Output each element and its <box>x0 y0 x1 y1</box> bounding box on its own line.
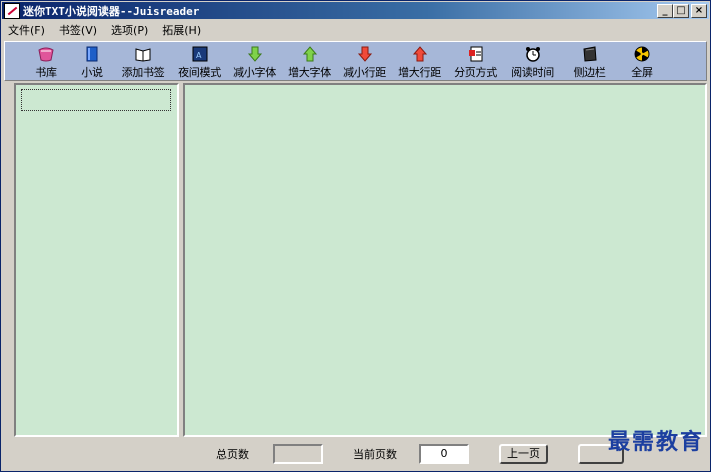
bookshelf-icon <box>37 45 55 63</box>
tool-bookshelf[interactable]: 书库 <box>23 42 69 80</box>
title-bar: 迷你TXT小说阅读器--Juisreader _ □ × <box>2 2 709 19</box>
page-mode-icon <box>467 45 485 63</box>
tool-label: 添加书签 <box>121 66 165 79</box>
arrow-down-red-icon <box>356 45 374 63</box>
tool-label: 减小字体 <box>233 66 276 79</box>
tool-fullscreen[interactable]: 全屏 <box>619 42 665 80</box>
window-controls: _ □ × <box>657 3 709 18</box>
tool-increase-spacing[interactable]: 增大行距 <box>393 42 446 80</box>
tool-decrease-spacing[interactable]: 减小行距 <box>338 42 391 80</box>
tool-add-bookmark[interactable]: 添加书签 <box>115 42 171 80</box>
tool-night-mode[interactable]: A 夜间模式 <box>173 42 226 80</box>
tool-label: 小说 <box>81 66 103 79</box>
menu-bar: 文件(F) 书签(V) 选项(P) 拓展(H) <box>2 20 709 39</box>
close-button[interactable]: × <box>691 3 707 18</box>
toolbar: 书库 小说 添加书签 A 夜间模式 减小字体 增大字体 减小行距 增大行距 分页… <box>4 41 707 81</box>
menu-extend[interactable]: 拓展(H) <box>162 22 201 38</box>
current-page-input[interactable]: 0 <box>419 444 469 464</box>
arrow-down-green-icon <box>246 45 264 63</box>
minimize-button[interactable]: _ <box>657 3 673 18</box>
tool-label: 书库 <box>35 66 57 79</box>
app-icon <box>4 2 20 19</box>
arrow-up-green-icon <box>301 45 319 63</box>
fullscreen-icon <box>633 45 651 63</box>
tool-novel[interactable]: 小说 <box>71 42 113 80</box>
watermark: 最需教育 <box>607 429 704 455</box>
status-bar: 总页数 当前页数 0 上一页 <box>14 441 707 467</box>
night-mode-icon: A <box>191 45 209 63</box>
arrow-up-red-icon <box>411 45 429 63</box>
tool-page-mode[interactable]: 分页方式 <box>448 42 503 80</box>
tool-label: 分页方式 <box>454 66 497 79</box>
total-pages-field <box>273 444 323 464</box>
tool-label: 增大字体 <box>288 66 331 79</box>
tool-label: 增大行距 <box>398 66 441 79</box>
maximize-button[interactable]: □ <box>673 3 689 18</box>
current-page-label: 当前页数 <box>353 448 397 461</box>
prev-page-button[interactable]: 上一页 <box>499 444 548 464</box>
reading-area[interactable] <box>183 83 707 437</box>
tool-label: 阅读时间 <box>511 66 554 79</box>
total-pages-label: 总页数 <box>216 448 249 461</box>
tool-label: 全屏 <box>631 66 653 79</box>
tool-increase-font[interactable]: 增大字体 <box>283 42 336 80</box>
novel-book-icon <box>83 45 101 63</box>
tool-reading-time[interactable]: 阅读时间 <box>505 42 560 80</box>
sidebar-panel[interactable] <box>14 83 179 437</box>
menu-bookmark[interactable]: 书签(V) <box>59 22 97 38</box>
sidebar-item[interactable] <box>21 89 171 111</box>
window-title: 迷你TXT小说阅读器--Juisreader <box>23 4 200 18</box>
tool-label: 侧边栏 <box>573 66 606 79</box>
app-window: 迷你TXT小说阅读器--Juisreader _ □ × 文件(F) 书签(V)… <box>0 0 711 472</box>
sidebar-icon <box>581 45 599 63</box>
menu-options[interactable]: 选项(P) <box>111 22 148 38</box>
menu-file[interactable]: 文件(F) <box>8 22 45 38</box>
svg-text:A: A <box>196 51 202 60</box>
tool-decrease-font[interactable]: 减小字体 <box>228 42 281 80</box>
tool-label: 夜间模式 <box>178 66 221 79</box>
add-bookmark-icon <box>134 45 152 63</box>
tool-label: 减小行距 <box>343 66 386 79</box>
alarm-clock-icon <box>524 45 542 63</box>
tool-sidebar[interactable]: 侧边栏 <box>562 42 617 80</box>
